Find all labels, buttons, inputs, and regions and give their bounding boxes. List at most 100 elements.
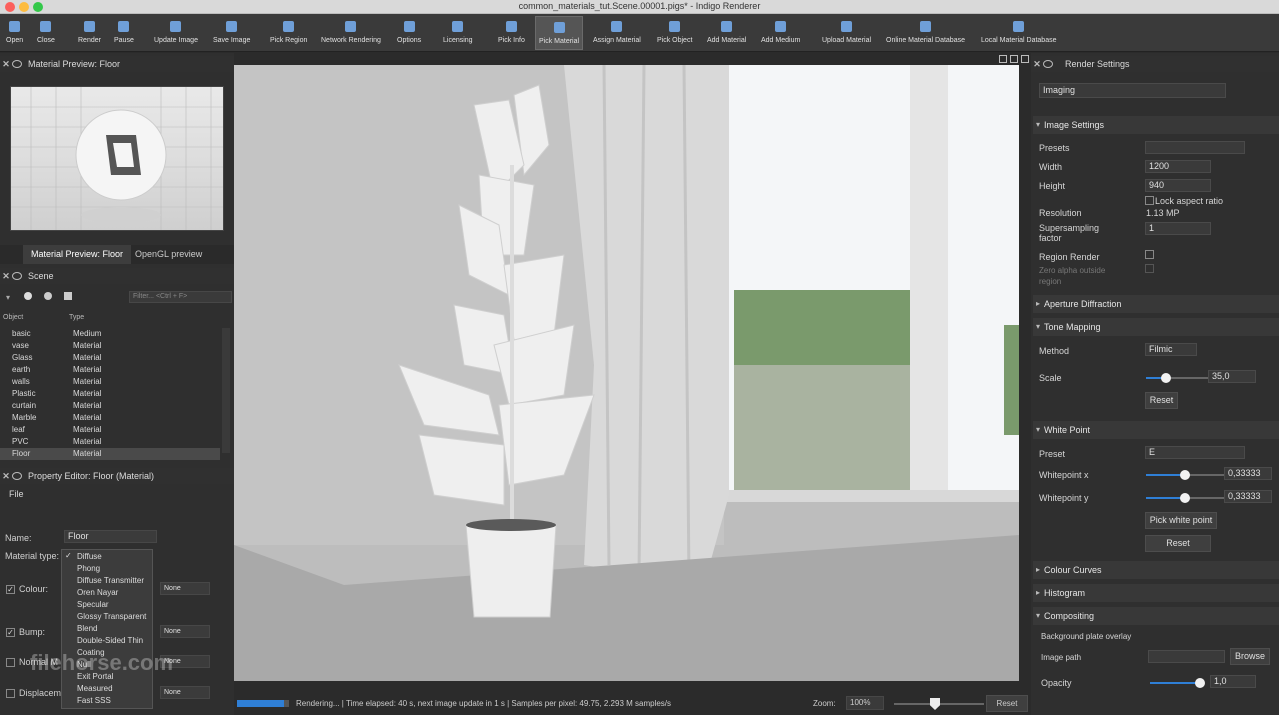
- aperture-section[interactable]: Aperture Diffraction: [1033, 295, 1279, 313]
- table-row[interactable]: earth Material: [0, 364, 220, 376]
- whitepoint-x-knob[interactable]: [1180, 470, 1190, 480]
- colour-texture-select[interactable]: None: [160, 582, 210, 595]
- online-material-database-button[interactable]: Online Material Database: [883, 16, 968, 50]
- licensing-button[interactable]: Licensing: [440, 16, 476, 50]
- fullscreen-icon[interactable]: [1021, 55, 1029, 63]
- zoom-reset-button[interactable]: Reset: [986, 695, 1028, 712]
- bump-texture-select[interactable]: None: [160, 625, 210, 638]
- expand-icon[interactable]: ▾: [6, 293, 10, 302]
- image-path-input[interactable]: [1148, 650, 1225, 663]
- render-mode-select[interactable]: Imaging: [1039, 83, 1226, 98]
- file-menu[interactable]: File: [9, 489, 24, 499]
- scene-scrollbar[interactable]: [222, 328, 230, 453]
- material-type-option[interactable]: Phong: [77, 563, 100, 575]
- pick-region-button[interactable]: Pick Region: [267, 16, 310, 50]
- material-type-option[interactable]: Blend: [77, 623, 97, 635]
- displacement-texture-select[interactable]: None: [160, 686, 210, 699]
- close-icon[interactable]: ✕: [1031, 59, 1043, 70]
- whitepoint-y-knob[interactable]: [1180, 493, 1190, 503]
- scale-input[interactable]: 35,0: [1208, 370, 1256, 383]
- render-button[interactable]: Render: [75, 16, 104, 50]
- table-row[interactable]: vase Material: [0, 340, 220, 352]
- material-type-option[interactable]: Oren Nayar: [77, 587, 118, 599]
- material-type-option[interactable]: Glossy Transparent: [77, 611, 146, 623]
- height-input[interactable]: 940: [1145, 179, 1211, 192]
- table-row[interactable]: Glass Material: [0, 352, 220, 364]
- colour-checkbox[interactable]: ✓: [6, 585, 15, 594]
- zoom-slider-handle[interactable]: [930, 698, 940, 710]
- scale-slider-knob[interactable]: [1160, 373, 1171, 383]
- supersampling-input[interactable]: 1: [1145, 222, 1211, 235]
- lock-aspect-checkbox[interactable]: [1145, 196, 1154, 205]
- region-render-checkbox[interactable]: [1145, 250, 1154, 259]
- view-mode-icon[interactable]: [999, 55, 1007, 63]
- save-image-button[interactable]: Save Image: [210, 16, 253, 50]
- width-input[interactable]: 1200: [1145, 160, 1211, 173]
- whitepoint-x-input[interactable]: 0,33333: [1224, 467, 1272, 480]
- close-icon[interactable]: ✕: [0, 59, 12, 70]
- table-row[interactable]: Plastic Material: [0, 388, 220, 400]
- opacity-input[interactable]: 1,0: [1210, 675, 1256, 688]
- white-point-section[interactable]: White Point: [1033, 421, 1279, 439]
- material-type-option[interactable]: Diffuse Transmitter: [77, 575, 144, 587]
- add-mesh-icon[interactable]: [64, 292, 72, 300]
- pick-material-button[interactable]: Pick Material: [535, 16, 584, 50]
- zoom-input[interactable]: 100%: [846, 696, 884, 710]
- whitepoint-x-slider[interactable]: [1146, 470, 1224, 480]
- colour-curves-section[interactable]: Colour Curves: [1033, 561, 1279, 579]
- opacity-slider[interactable]: [1150, 678, 1205, 688]
- material-type-option[interactable]: Double-Sided Thin: [77, 635, 143, 647]
- compositing-section[interactable]: Compositing: [1033, 607, 1279, 625]
- white-preset-select[interactable]: E: [1145, 446, 1245, 459]
- float-icon[interactable]: [12, 272, 22, 280]
- normal-map-checkbox[interactable]: [6, 658, 15, 667]
- pause-button[interactable]: Pause: [111, 16, 137, 50]
- update-image-button[interactable]: Update Image: [151, 16, 201, 50]
- table-row[interactable]: PVC Material: [0, 436, 220, 448]
- pick-white-point-button[interactable]: Pick white point: [1145, 512, 1217, 529]
- tab-opengl-preview[interactable]: OpenGL preview: [127, 245, 210, 264]
- table-row[interactable]: walls Material: [0, 376, 220, 388]
- assign-material-button[interactable]: Assign Material: [590, 16, 644, 50]
- whitepoint-y-input[interactable]: 0,33333: [1224, 490, 1272, 503]
- white-reset-button[interactable]: Reset: [1145, 535, 1211, 552]
- material-type-option[interactable]: Diffuse: [77, 551, 102, 563]
- table-row[interactable]: leaf Material: [0, 424, 220, 436]
- render-view[interactable]: [234, 65, 1019, 681]
- tab-material-preview[interactable]: Material Preview: Floor: [23, 245, 132, 264]
- tone-mapping-section[interactable]: Tone Mapping: [1033, 318, 1279, 336]
- options-button[interactable]: Options: [394, 16, 424, 50]
- open-button[interactable]: Open: [3, 16, 26, 50]
- presets-select[interactable]: [1145, 141, 1245, 154]
- close-icon[interactable]: ✕: [0, 471, 12, 482]
- fit-view-icon[interactable]: [1010, 55, 1018, 63]
- add-material-button[interactable]: Add Material: [704, 16, 749, 50]
- table-row[interactable]: Marble Material: [0, 412, 220, 424]
- material-type-option[interactable]: Fast SSS: [77, 695, 111, 707]
- opacity-slider-knob[interactable]: [1195, 678, 1205, 688]
- pick-object-button[interactable]: Pick Object: [654, 16, 695, 50]
- browse-button[interactable]: Browse: [1230, 648, 1270, 665]
- method-select[interactable]: Filmic: [1145, 343, 1197, 356]
- displacement-checkbox[interactable]: [6, 689, 15, 698]
- float-icon[interactable]: [12, 60, 22, 68]
- upload-material-button[interactable]: Upload Material: [819, 16, 874, 50]
- histogram-section[interactable]: Histogram: [1033, 584, 1279, 602]
- local-material-database-button[interactable]: Local Material Database: [978, 16, 1060, 50]
- tone-reset-button[interactable]: Reset: [1145, 392, 1178, 409]
- add-object-icon[interactable]: [24, 292, 32, 300]
- close-icon[interactable]: ✕: [0, 271, 12, 282]
- material-type-option[interactable]: Specular: [77, 599, 109, 611]
- table-row[interactable]: basic Medium: [0, 328, 220, 340]
- bump-checkbox[interactable]: ✓: [6, 628, 15, 637]
- name-input[interactable]: Floor: [64, 530, 157, 543]
- add-medium-button[interactable]: Add Medium: [758, 16, 803, 50]
- material-type-option[interactable]: Measured: [77, 683, 113, 695]
- scene-filter-input[interactable]: Filter... <Ctrl + F>: [129, 291, 232, 303]
- network-rendering-button[interactable]: Network Rendering: [318, 16, 384, 50]
- table-row[interactable]: Floor Material: [0, 448, 220, 460]
- float-icon[interactable]: [1043, 60, 1053, 68]
- close-button[interactable]: Close: [34, 16, 58, 50]
- image-settings-section[interactable]: Image Settings: [1033, 116, 1279, 134]
- add-light-icon[interactable]: [44, 292, 52, 300]
